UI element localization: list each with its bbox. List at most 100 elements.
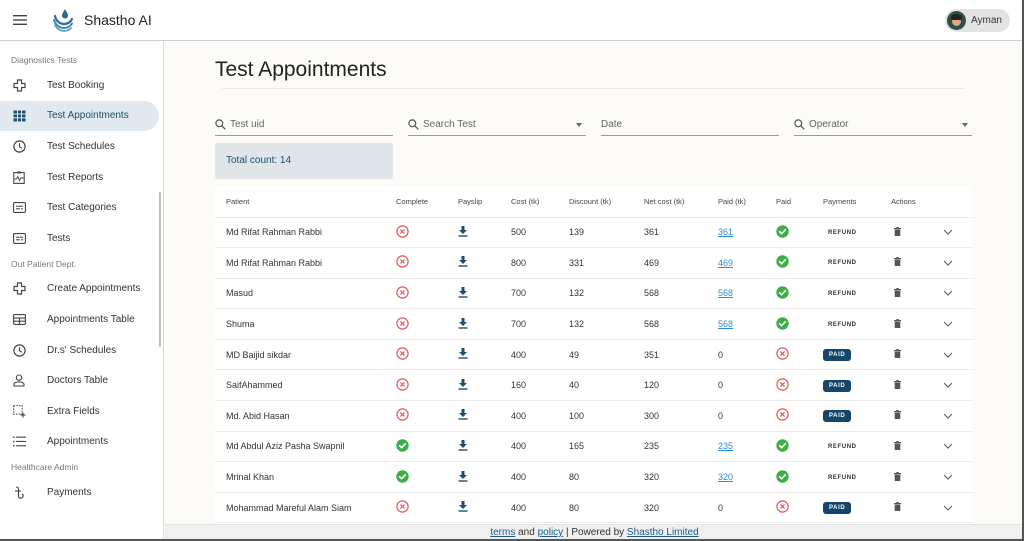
delete-trash-icon[interactable] xyxy=(894,471,901,481)
dropdown-arrow-icon[interactable] xyxy=(962,122,968,127)
sidebar-item-test-appointments[interactable]: Test Appointments xyxy=(0,100,159,132)
refund-button[interactable]: REFUND xyxy=(823,257,862,269)
expand-chevron-down-icon[interactable] xyxy=(943,474,953,480)
column-header[interactable]: Payslip xyxy=(447,186,500,218)
paid-amount-link[interactable]: 361 xyxy=(718,227,733,237)
column-header[interactable]: Paid (tk) xyxy=(707,186,765,218)
sidebar-item-drs-schedules[interactable]: Dr.s' Schedules xyxy=(0,335,159,366)
column-header[interactable]: Actions xyxy=(880,186,932,218)
sidebar-item-label: Tests xyxy=(47,232,71,244)
sidebar-item-test-booking[interactable]: Test Booking xyxy=(0,70,159,101)
mark-paid-button[interactable]: PAID xyxy=(823,349,852,362)
refund-button[interactable]: REFUND xyxy=(823,441,862,453)
expand-chevron-down-icon[interactable] xyxy=(943,382,953,389)
expand-chevron-down-icon[interactable] xyxy=(943,260,953,266)
delete-trash-icon[interactable] xyxy=(894,349,901,359)
table-row[interactable]: Shuma 700 132 568 568 REFUND xyxy=(215,308,972,340)
mark-paid-button[interactable]: PAID xyxy=(823,379,852,392)
sidebar-item-create-appointments[interactable]: Create Appointments xyxy=(0,274,159,305)
test-uid-field[interactable] xyxy=(215,114,393,136)
delete-trash-icon[interactable] xyxy=(894,287,901,297)
download-payslip-icon[interactable] xyxy=(458,225,468,237)
terms-link[interactable]: terms xyxy=(490,527,515,538)
operator-input[interactable] xyxy=(809,119,962,130)
sidebar-item-appointments[interactable]: Appointments xyxy=(0,427,159,458)
search-test-input[interactable] xyxy=(423,119,576,130)
download-payslip-icon[interactable] xyxy=(458,286,468,298)
download-payslip-icon[interactable] xyxy=(458,501,468,512)
download-payslip-icon[interactable] xyxy=(458,256,468,268)
delete-trash-icon[interactable] xyxy=(894,502,901,512)
delete-trash-icon[interactable] xyxy=(894,257,901,267)
mark-paid-button[interactable]: PAID xyxy=(823,410,852,423)
card-list-icon xyxy=(11,230,27,246)
download-payslip-icon[interactable] xyxy=(458,470,468,482)
sidebar-scrollbar[interactable] xyxy=(159,192,161,347)
column-header[interactable]: Payments xyxy=(812,186,880,218)
sidebar-item-payments[interactable]: Payments xyxy=(0,477,159,508)
delete-trash-icon[interactable] xyxy=(894,410,901,420)
expand-chevron-down-icon[interactable] xyxy=(943,443,953,450)
refund-button[interactable]: REFUND xyxy=(823,319,862,331)
dropdown-arrow-icon[interactable] xyxy=(576,122,582,127)
table-row[interactable]: Md. Abid Hasan 400 100 300 0 PAID xyxy=(215,400,972,432)
search-icon xyxy=(215,119,226,130)
table-row[interactable]: Md Abdul Aziz Pasha Swapnil 400 165 235 235 R… xyxy=(215,431,972,463)
column-header[interactable]: Cost (tk) xyxy=(500,186,558,218)
column-header[interactable]: Paid xyxy=(765,186,812,218)
paid-amount-link[interactable]: 568 xyxy=(718,319,733,329)
expand-chevron-down-icon[interactable] xyxy=(943,413,953,419)
mark-paid-button[interactable]: PAID xyxy=(823,502,852,515)
sidebar-item-test-schedules[interactable]: Test Schedules xyxy=(0,131,159,162)
table-row[interactable]: Md Rifat Rahman Rabbi 800 331 469 469 REFUND xyxy=(215,247,972,279)
expand-chevron-down-icon[interactable] xyxy=(943,505,953,511)
table-row[interactable]: Mrinal Khan 400 80 320 320 REFUND xyxy=(215,461,972,493)
paid-amount-link[interactable]: 320 xyxy=(718,472,733,482)
column-header[interactable]: Discount (tk) xyxy=(558,186,633,218)
user-menu-chip[interactable]: Ayman xyxy=(945,9,1010,32)
sidebar-item-test-reports[interactable]: Test Reports xyxy=(0,162,159,193)
download-payslip-icon[interactable] xyxy=(458,317,468,329)
paid-amount-link[interactable]: 235 xyxy=(718,441,733,451)
policy-link[interactable]: policy xyxy=(538,527,564,538)
column-header[interactable]: Complete xyxy=(385,186,447,218)
date-field[interactable] xyxy=(601,114,779,136)
refund-button[interactable]: REFUND xyxy=(823,288,862,300)
delete-trash-icon[interactable] xyxy=(894,379,901,389)
table-row[interactable]: Mohammad Mareful Alam Siam 400 80 320 0 PAID xyxy=(215,492,972,524)
download-payslip-icon[interactable] xyxy=(458,378,468,390)
download-payslip-icon[interactable] xyxy=(458,348,468,359)
delete-trash-icon[interactable] xyxy=(894,226,901,236)
column-header[interactable]: Net cost (tk) xyxy=(633,186,707,218)
download-payslip-icon[interactable] xyxy=(458,439,468,451)
delete-trash-icon[interactable] xyxy=(894,318,901,328)
refund-button[interactable]: REFUND xyxy=(823,227,862,239)
company-link[interactable]: Shastho Limited xyxy=(627,527,699,538)
expand-chevron-down-icon[interactable] xyxy=(943,321,953,327)
refund-button[interactable]: REFUND xyxy=(823,472,862,484)
operator-field[interactable] xyxy=(794,114,972,136)
sidebar-item-appointments-table[interactable]: Appointments Table xyxy=(0,304,159,335)
paid-amount-link[interactable]: 469 xyxy=(718,258,733,268)
sidebar-item-extra-fields[interactable]: Extra Fields xyxy=(0,396,159,427)
paid-amount-link[interactable]: 568 xyxy=(718,288,733,298)
sidebar-item-doctors-table[interactable]: Doctors Table xyxy=(0,365,159,396)
table-row[interactable]: SaifAhammed 160 40 120 0 PAID xyxy=(215,369,972,402)
table-row[interactable]: MD Baijid sikdar 400 49 351 0 PAID xyxy=(215,339,972,371)
test-uid-input[interactable] xyxy=(230,119,393,130)
column-header[interactable]: Patient xyxy=(215,186,385,218)
delete-trash-icon[interactable] xyxy=(894,440,901,450)
table-row[interactable]: Masud 700 132 568 568 REFUND xyxy=(215,278,972,310)
search-test-field[interactable] xyxy=(408,114,586,136)
expand-chevron-down-icon[interactable] xyxy=(943,229,953,236)
sidebar-item-tests[interactable]: Tests xyxy=(0,223,159,254)
menu-button[interactable] xyxy=(2,2,38,38)
table-row[interactable]: Md Rifat Rahman Rabbi 500 139 361 361 REFUND xyxy=(215,217,972,249)
download-payslip-icon[interactable] xyxy=(458,409,468,421)
date-input[interactable] xyxy=(601,119,779,130)
expand-chevron-down-icon[interactable] xyxy=(943,352,953,358)
card-list-icon xyxy=(11,200,27,216)
expand-chevron-down-icon[interactable] xyxy=(943,290,953,297)
sidebar-item-test-categories[interactable]: Test Categories xyxy=(0,192,159,223)
net-cost-cell: 351 xyxy=(633,339,707,371)
